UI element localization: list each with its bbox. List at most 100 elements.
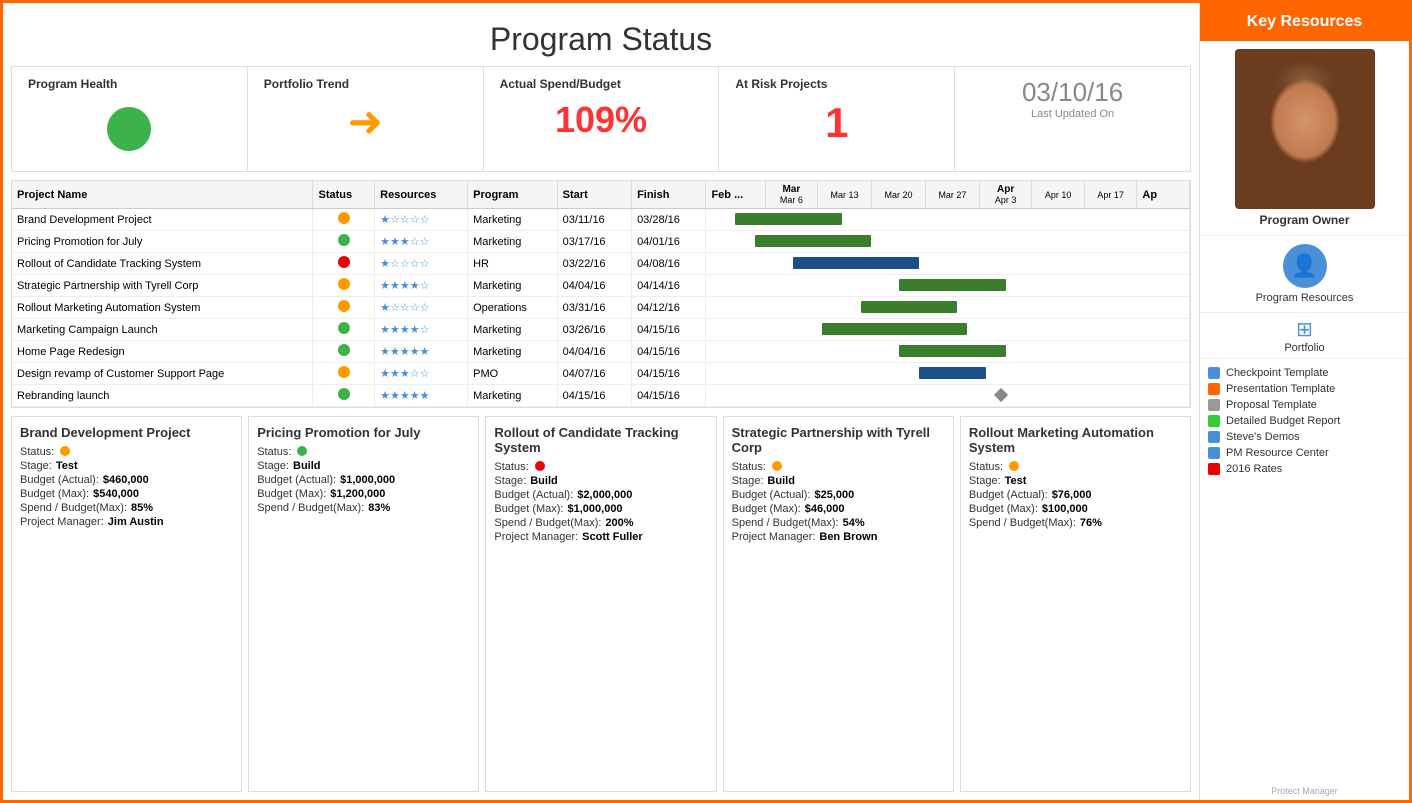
- cell-start: 03/31/16: [557, 297, 631, 319]
- gantt-bar-cell: [706, 231, 1190, 253]
- gantt-bar-cell: [706, 363, 1190, 385]
- sidebar-resources-section: 👤 Program Resources: [1200, 236, 1409, 313]
- card-status-row: Status:: [20, 446, 233, 458]
- portfolio-section: ⊞ Portfolio: [1200, 313, 1409, 359]
- col-header-apr17: Apr 17: [1084, 181, 1137, 209]
- project-card: Rollout Marketing Automation System Stat…: [960, 416, 1191, 792]
- card-stage-row: Stage: Test: [969, 475, 1182, 487]
- card-stage-row: Stage: Build: [732, 475, 945, 487]
- gantt-bar-cell: [706, 319, 1190, 341]
- resources-icon[interactable]: 👤: [1283, 244, 1327, 288]
- card-status-dot: [535, 461, 545, 471]
- col-header-status: Status: [313, 181, 375, 209]
- last-updated-label: Last Updated On: [1031, 108, 1114, 120]
- cell-start: 04/04/16: [557, 275, 631, 297]
- col-header-feb: Feb ...: [706, 181, 765, 209]
- gantt-table: Project Name Status Resources Program St…: [12, 181, 1190, 407]
- sidebar-link-item[interactable]: Checkpoint Template: [1208, 367, 1401, 379]
- resources-label: Program Resources: [1256, 292, 1354, 304]
- gantt-bar-cell: [706, 341, 1190, 363]
- cell-name: Rebranding launch: [12, 385, 313, 407]
- portfolio-icon[interactable]: ⊞: [1296, 317, 1313, 342]
- cards-row: Brand Development Project Status: Stage:…: [11, 416, 1191, 792]
- gantt-bar-cell: [706, 385, 1190, 407]
- avatar-face: [1235, 49, 1375, 209]
- table-row: Pricing Promotion for July ★★★☆☆ Marketi…: [12, 231, 1190, 253]
- link-icon: [1208, 367, 1220, 379]
- sidebar-link-item[interactable]: Detailed Budget Report: [1208, 415, 1401, 427]
- link-icon: [1208, 399, 1220, 411]
- cell-name: Rollout of Candidate Tracking System: [12, 253, 313, 275]
- sidebar-link-item[interactable]: 2016 Rates: [1208, 463, 1401, 475]
- col-header-apr10: Apr 10: [1032, 181, 1085, 209]
- footer-label: Protect Manager: [1200, 782, 1409, 800]
- cell-start: 04/04/16: [557, 341, 631, 363]
- kpi-program-health: Program Health: [12, 67, 248, 171]
- owner-label: Program Owner: [1259, 213, 1349, 227]
- card-status-row: Status:: [494, 461, 707, 473]
- cell-status: [313, 297, 375, 319]
- cell-start: 03/11/16: [557, 209, 631, 231]
- table-row: Design revamp of Customer Support Page ★…: [12, 363, 1190, 385]
- sidebar-link-item[interactable]: PM Resource Center: [1208, 447, 1401, 459]
- link-icon: [1208, 383, 1220, 395]
- cell-status: [313, 209, 375, 231]
- cell-status: [313, 363, 375, 385]
- cell-resources: ★★★★☆: [375, 275, 468, 297]
- sidebar-link-item[interactable]: Presentation Template: [1208, 383, 1401, 395]
- card-status-dot: [60, 446, 70, 456]
- link-icon: [1208, 463, 1220, 475]
- link-label: 2016 Rates: [1226, 463, 1282, 475]
- gantt-table-wrapper: Project Name Status Resources Program St…: [11, 180, 1191, 408]
- cell-resources: ★☆☆☆☆: [375, 253, 468, 275]
- card-spend-row: Spend / Budget(Max): 76%: [969, 517, 1182, 529]
- card-budget-max-row: Budget (Max): $46,000: [732, 503, 945, 515]
- card-status-dot: [1009, 461, 1019, 471]
- card-title: Rollout of Candidate Tracking System: [494, 425, 707, 455]
- sidebar: Key Resources Program Owner 👤 Program Re…: [1199, 3, 1409, 800]
- portfolio-label: Portfolio: [1284, 342, 1324, 354]
- sidebar-link-item[interactable]: Proposal Template: [1208, 399, 1401, 411]
- col-header-apr-more: Ap: [1137, 181, 1190, 209]
- col-header-resources: Resources: [375, 181, 468, 209]
- cell-finish: 04/15/16: [632, 319, 706, 341]
- col-header-mar20: Mar 20: [872, 181, 926, 209]
- card-stage-row: Stage: Build: [494, 475, 707, 487]
- card-pm-row: Project Manager: Scott Fuller: [494, 531, 707, 543]
- cell-finish: 04/14/16: [632, 275, 706, 297]
- cell-finish: 04/08/16: [632, 253, 706, 275]
- cell-start: 04/15/16: [557, 385, 631, 407]
- cell-status: [313, 385, 375, 407]
- link-label: Steve's Demos: [1226, 431, 1300, 443]
- card-pm-row: Project Manager: Jim Austin: [20, 516, 233, 528]
- table-row: Strategic Partnership with Tyrell Corp ★…: [12, 275, 1190, 297]
- gantt-bar-cell: [706, 297, 1190, 319]
- cell-finish: 04/01/16: [632, 231, 706, 253]
- card-status-dot: [772, 461, 782, 471]
- cell-finish: 04/15/16: [632, 363, 706, 385]
- project-card: Rollout of Candidate Tracking System Sta…: [485, 416, 716, 792]
- card-status-row: Status:: [969, 461, 1182, 473]
- kpi-row: Program Health Portfolio Trend ➜ Actual …: [11, 66, 1191, 172]
- sidebar-link-item[interactable]: Steve's Demos: [1208, 431, 1401, 443]
- card-stage-row: Stage: Build: [257, 460, 470, 472]
- kpi-actual-spend-label: Actual Spend/Budget: [500, 77, 621, 91]
- gantt-bar-cell: [706, 253, 1190, 275]
- card-title: Pricing Promotion for July: [257, 425, 470, 440]
- cell-finish: 04/12/16: [632, 297, 706, 319]
- cell-status: [313, 253, 375, 275]
- card-spend-row: Spend / Budget(Max): 85%: [20, 502, 233, 514]
- link-label: PM Resource Center: [1226, 447, 1329, 459]
- kpi-actual-spend: Actual Spend/Budget 109%: [484, 67, 720, 171]
- col-header-apr3: AprApr 3: [979, 181, 1032, 209]
- table-row: Rebranding launch ★★★★★ Marketing 04/15/…: [12, 385, 1190, 407]
- link-label: Presentation Template: [1226, 383, 1335, 395]
- col-header-mar13: Mar 13: [818, 181, 872, 209]
- kpi-program-health-label: Program Health: [28, 77, 117, 91]
- cell-name: Home Page Redesign: [12, 341, 313, 363]
- link-icon: [1208, 415, 1220, 427]
- card-budget-max-row: Budget (Max): $540,000: [20, 488, 233, 500]
- at-risk-value: 1: [825, 99, 848, 147]
- table-row: Home Page Redesign ★★★★★ Marketing 04/04…: [12, 341, 1190, 363]
- cell-name: Rollout Marketing Automation System: [12, 297, 313, 319]
